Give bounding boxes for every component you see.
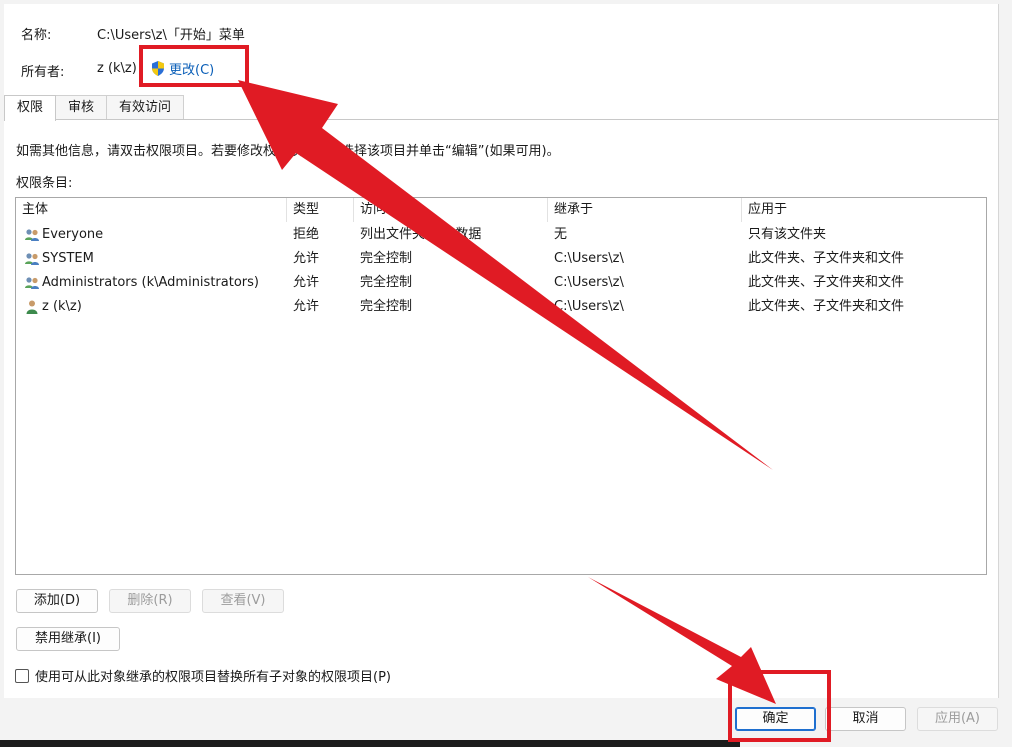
owner-label: 所有者: [21,65,65,80]
background-taskbar-strip [0,740,740,747]
permission-entries-list[interactable]: 主体 类型 访问 继承于 应用于 Everyone 拒绝 列出文件夹/读取数据 … [15,197,987,575]
type-cell: 拒绝 [293,227,320,242]
group-icon [25,276,39,289]
group-icon [25,252,39,265]
replace-child-permissions-label: 使用可从此对象继承的权限项目替换所有子对象的权限项目(P) [35,670,391,685]
advanced-security-dialog: 名称: C:\Users\z\「开始」菜单 所有者: z (k\z) 更改(C)… [0,0,1012,747]
list-header: 主体 类型 访问 继承于 应用于 [16,198,986,223]
tab-permissions[interactable]: 权限 [4,95,57,121]
apply-button[interactable]: 应用(A) [917,707,998,731]
type-cell: 允许 [293,299,320,314]
access-cell: 完全控制 [360,275,413,290]
type-cell: 允许 [293,251,320,266]
tab-effective-access[interactable]: 有效访问 [106,95,185,119]
cancel-button[interactable]: 取消 [825,707,906,731]
principal-cell: Administrators (k\Administrators) [18,271,259,295]
access-cell: 列出文件夹/读取数据 [360,227,482,242]
table-row[interactable]: Administrators (k\Administrators) 允许 完全控… [16,271,986,295]
name-value: C:\Users\z\「开始」菜单 [97,28,245,43]
column-applies-to[interactable]: 应用于 [742,198,986,222]
applies-cell: 此文件夹、子文件夹和文件 [748,299,905,314]
access-cell: 完全控制 [360,299,413,314]
name-label: 名称: [21,28,52,43]
inherited-cell: 无 [554,227,568,242]
access-cell: 完全控制 [360,251,413,266]
info-text: 如需其他信息，请双击权限项目。若要修改权限项目，请选择该项目并单击“编辑”(如果… [16,144,560,159]
table-row[interactable]: SYSTEM 允许 完全控制 C:\Users\z\ 此文件夹、子文件夹和文件 [16,247,986,271]
group-icon [25,228,39,241]
principal-cell: SYSTEM [18,247,94,271]
permission-entries-label: 权限条目: [16,176,73,191]
inherited-cell: C:\Users\z\ [554,299,624,314]
view-button[interactable]: 查看(V) [202,589,284,613]
column-type[interactable]: 类型 [287,198,354,222]
inherited-cell: C:\Users\z\ [554,275,624,290]
remove-button[interactable]: 删除(R) [109,589,191,613]
applies-cell: 只有该文件夹 [748,227,827,242]
tab-strip: 权限 审核 有效访问 [4,95,185,121]
owner-value: z (k\z) [97,61,137,76]
column-principal[interactable]: 主体 [16,198,287,222]
principal-cell: z (k\z) [18,295,82,319]
table-row[interactable]: Everyone 拒绝 列出文件夹/读取数据 无 只有该文件夹 [16,223,986,247]
add-button[interactable]: 添加(D) [16,589,98,613]
applies-cell: 此文件夹、子文件夹和文件 [748,275,905,290]
annotation-box-ok [728,670,831,742]
principal-cell: Everyone [18,223,103,247]
inherited-cell: C:\Users\z\ [554,251,624,266]
type-cell: 允许 [293,275,320,290]
table-row[interactable]: z (k\z) 允许 完全控制 C:\Users\z\ 此文件夹、子文件夹和文件 [16,295,986,319]
permissions-tab-content: 如需其他信息，请双击权限项目。若要修改权限项目，请选择该项目并单击“编辑”(如果… [4,119,999,699]
column-inherited-from[interactable]: 继承于 [548,198,742,222]
replace-child-permissions-option[interactable]: 使用可从此对象继承的权限项目替换所有子对象的权限项目(P) [15,666,391,685]
applies-cell: 此文件夹、子文件夹和文件 [748,251,905,266]
disable-inheritance-button[interactable]: 禁用继承(I) [16,627,120,651]
replace-child-permissions-checkbox[interactable] [15,668,29,683]
annotation-box-change [139,45,249,87]
user-icon [26,300,38,314]
column-access[interactable]: 访问 [354,198,548,222]
tab-auditing[interactable]: 审核 [55,95,108,119]
